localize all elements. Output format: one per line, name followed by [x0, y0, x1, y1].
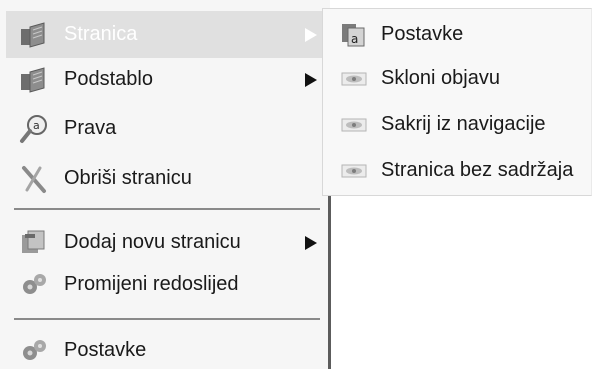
eye-icon — [341, 72, 367, 85]
submenu-item-stranica-bez-sadrzaja[interactable]: Stranica bez sadržaja — [323, 147, 593, 194]
menu-item-postavke[interactable]: Postavke — [6, 327, 322, 374]
submenu-item-label: Skloni objavu — [381, 66, 500, 89]
submenu-item-label: Postavke — [381, 22, 464, 45]
context-menu: Stranica Podstablo a Prava Obriši strani… — [0, 0, 330, 369]
menu-item-label: Podstablo — [64, 67, 153, 90]
gears-icon — [23, 339, 46, 360]
submenu-arrow-icon — [305, 27, 317, 42]
submenu-item-label: Stranica bez sadržaja — [381, 158, 574, 181]
submenu-item-label: Sakrij iz navigacije — [381, 112, 546, 135]
gears-icon — [23, 273, 46, 294]
menu-item-prava[interactable]: a Prava — [6, 105, 322, 152]
menu-border — [328, 196, 331, 369]
menu-item-label: Promijeni redoslijed — [64, 272, 239, 295]
menu-item-promijeni-redoslijed[interactable]: Promijeni redoslijed — [6, 261, 322, 308]
eye-icon — [341, 164, 367, 177]
menu-divider — [14, 318, 320, 320]
svg-text:a: a — [351, 32, 358, 46]
menu-item-label: Dodaj novu stranicu — [64, 230, 241, 253]
submenu-item-skloni-objavu[interactable]: Skloni objavu — [323, 55, 593, 102]
eye-icon — [341, 118, 367, 131]
submenu-stranica: a Postavke Skloni objavu Sakrij iz navig… — [322, 8, 592, 196]
svg-text:a: a — [33, 119, 40, 132]
submenu-item-postavke[interactable]: a Postavke — [323, 11, 593, 58]
menu-item-podstablo[interactable]: Podstablo — [6, 56, 322, 103]
page-settings-icon: a — [342, 23, 365, 46]
menu-item-label: Obriši stranicu — [64, 166, 192, 189]
pages-icon — [21, 21, 45, 48]
submenu-arrow-icon — [305, 72, 317, 87]
menu-item-stranica[interactable]: Stranica — [6, 11, 322, 58]
menu-item-obrisi-stranicu[interactable]: Obriši stranicu — [6, 155, 322, 202]
menu-divider — [14, 208, 320, 210]
delete-x-icon — [22, 165, 46, 193]
key-magnifier-icon: a — [20, 114, 47, 143]
submenu-arrow-icon — [305, 235, 317, 250]
menu-item-label: Postavke — [64, 338, 147, 361]
menu-item-label: Stranica — [64, 22, 138, 45]
menu-item-dodaj-novu-stranicu[interactable]: Dodaj novu stranicu — [6, 219, 322, 266]
menu-item-label: Prava — [64, 116, 117, 139]
submenu-item-sakrij-iz-navigacije[interactable]: Sakrij iz navigacije — [323, 101, 593, 148]
pages-icon — [21, 66, 45, 93]
new-page-icon — [22, 230, 45, 253]
